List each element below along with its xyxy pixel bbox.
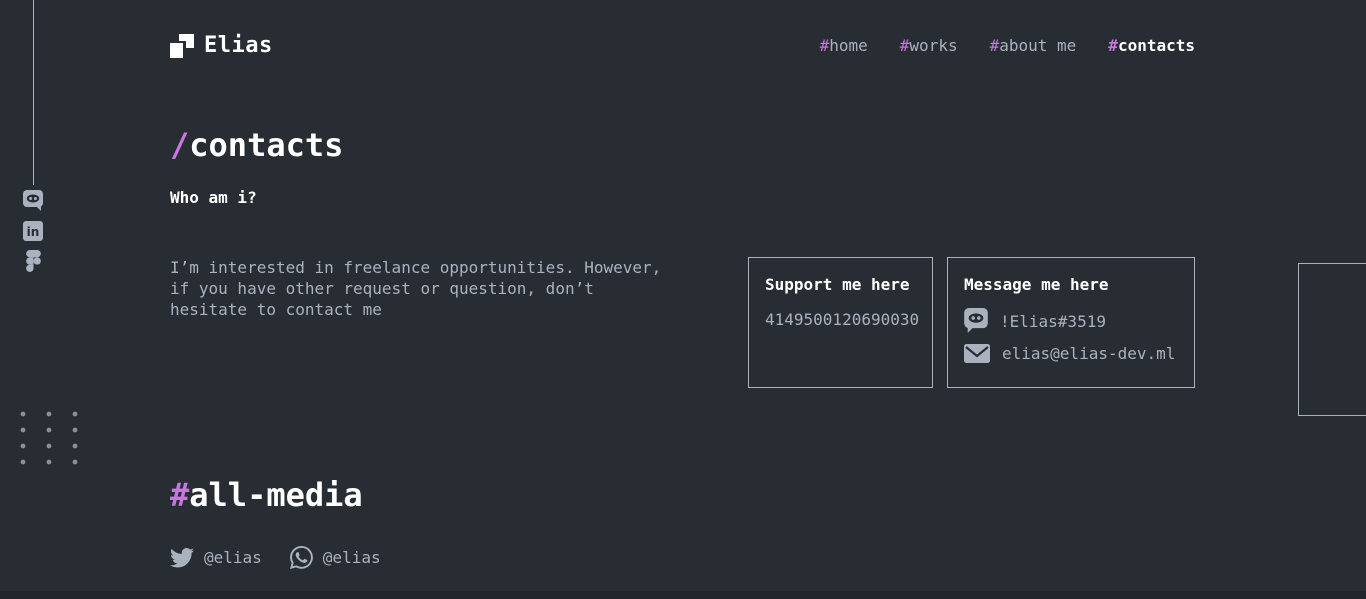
nav-label: about me [999,36,1076,55]
whatsapp-icon [290,546,313,569]
logo[interactable]: Elias [170,33,273,58]
main-nav: #home #works #about me #contacts [820,36,1195,55]
all-media-title: #all-media [170,476,1195,514]
logo-icon [170,34,194,58]
contact-description: I’m interested in freelance opportunitie… [170,257,670,320]
nav-link-home[interactable]: #home [820,36,868,55]
nav-hash: # [820,36,830,55]
message-box-title: Message me here [964,274,1178,296]
header: Elias #home #works #about me #contacts [170,0,1195,58]
discord-icon [964,308,988,334]
twitter-icon [170,545,194,569]
bottom-edge [0,591,1366,599]
nav-link-about-me[interactable]: #about me [990,36,1077,55]
media-title-text: all-media [189,476,362,514]
contacts-content: I’m interested in freelance opportunitie… [170,257,1195,388]
svg-text:in: in [27,225,40,239]
nav-label: works [909,36,957,55]
page-title: /contacts [170,126,1195,164]
nav-hash: # [1108,36,1118,55]
title-slash: / [170,126,189,164]
nav-link-works[interactable]: #works [900,36,958,55]
whatsapp-link[interactable]: @elias [290,546,381,569]
contact-boxes: Support me here 4149500120690030 Message… [748,257,1195,388]
twitter-link[interactable]: @elias [170,545,262,569]
subheading: Who am i? [170,188,1195,207]
discord-contact-link[interactable]: !Elias#3519 [964,308,1178,334]
title-text: contacts [189,126,343,164]
page-container: Elias #home #works #about me #contacts /… [170,0,1195,569]
figma-icon[interactable] [26,250,41,272]
discord-tag: !Elias#3519 [1000,312,1106,331]
mail-icon [964,344,990,363]
sidebar-social-icons: in [23,190,43,272]
email-contact-link[interactable]: elias@elias-dev.ml [964,344,1178,363]
rectangle-decoration [1298,263,1366,416]
whatsapp-handle: @elias [323,548,381,567]
dots-decoration [20,411,80,467]
media-hash: # [170,476,189,514]
discord-icon[interactable] [23,190,43,212]
nav-label: home [829,36,868,55]
email-address: elias@elias-dev.ml [1002,344,1175,363]
nav-link-contacts[interactable]: #contacts [1108,36,1195,55]
support-box: Support me here 4149500120690030 [748,257,933,388]
nav-label: contacts [1118,36,1195,55]
support-box-title: Support me here [765,274,916,296]
message-box: Message me here !Elias#3519 [947,257,1195,388]
twitter-handle: @elias [204,548,262,567]
vertical-line-decoration [33,0,34,185]
linkedin-icon[interactable]: in [23,221,43,241]
logo-text: Elias [204,33,273,58]
nav-hash: # [900,36,910,55]
support-number: 4149500120690030 [765,310,916,329]
social-row: @elias @elias [170,545,1195,569]
nav-hash: # [990,36,1000,55]
